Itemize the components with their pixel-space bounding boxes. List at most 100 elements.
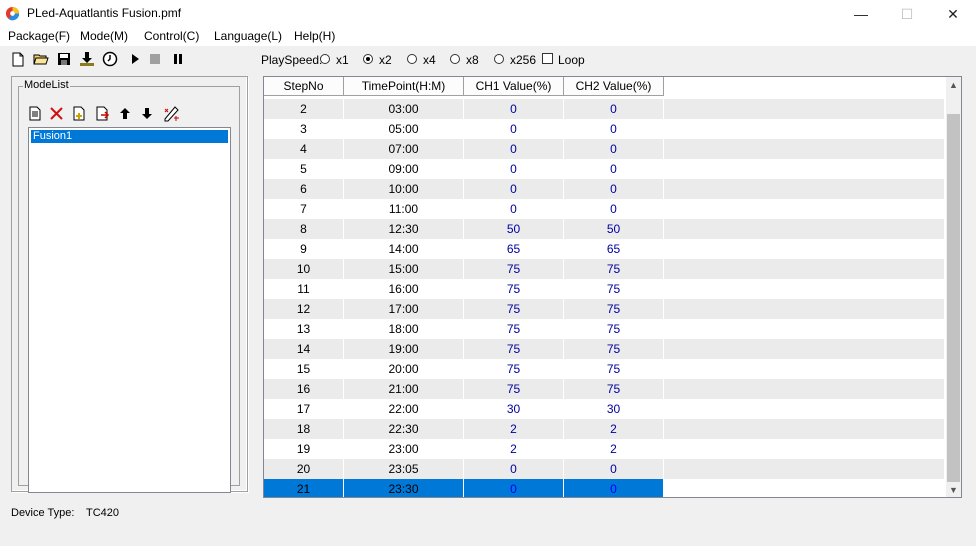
cell-ch2[interactable]: 0 (564, 119, 664, 139)
scroll-down-icon[interactable]: ▼ (946, 482, 961, 497)
cell-timepoint[interactable]: 11:00 (344, 199, 464, 219)
cell-timepoint[interactable]: 23:00 (344, 439, 464, 459)
cell-ch2[interactable]: 75 (564, 359, 664, 379)
cell-timepoint[interactable]: 05:00 (344, 119, 464, 139)
cell-ch2[interactable]: 0 (564, 159, 664, 179)
cell-stepno[interactable]: 15 (264, 359, 344, 379)
cell-stepno[interactable]: 12 (264, 299, 344, 319)
cell-ch2[interactable]: 75 (564, 259, 664, 279)
modelist-item-fusion1[interactable]: Fusion1 (31, 130, 228, 143)
speed-radio-x2[interactable] (363, 54, 373, 64)
add-mode-icon[interactable] (70, 104, 88, 122)
cell-ch2[interactable]: 0 (564, 199, 664, 219)
cell-ch1[interactable]: 75 (464, 299, 564, 319)
cell-stepno[interactable]: 3 (264, 119, 344, 139)
cell-timepoint[interactable]: 17:00 (344, 299, 464, 319)
cell-ch1[interactable]: 0 (464, 99, 564, 119)
scroll-up-icon[interactable]: ▲ (946, 77, 961, 92)
pause-icon[interactable] (169, 50, 187, 68)
minimize-button[interactable]: — (838, 0, 884, 28)
new-mode-icon[interactable] (26, 104, 44, 122)
cell-timepoint[interactable]: 09:00 (344, 159, 464, 179)
cell-ch2[interactable]: 30 (564, 399, 664, 419)
cell-timepoint[interactable]: 14:00 (344, 239, 464, 259)
cell-stepno[interactable]: 20 (264, 459, 344, 479)
speed-radio-x8[interactable] (450, 54, 460, 64)
cell-ch1[interactable]: 75 (464, 279, 564, 299)
cell-ch2[interactable]: 2 (564, 419, 664, 439)
cell-stepno[interactable]: 4 (264, 139, 344, 159)
maximize-button[interactable]: ☐ (884, 0, 930, 28)
menu-mode[interactable]: Mode(M) (80, 29, 128, 43)
table-row[interactable]: 14 19:00 75 75 (264, 339, 944, 359)
scrollbar-thumb[interactable] (947, 114, 960, 482)
cell-ch1[interactable]: 75 (464, 359, 564, 379)
delete-mode-icon[interactable] (47, 104, 65, 122)
open-folder-icon[interactable] (32, 50, 50, 68)
table-row[interactable]: 5 09:00 0 0 (264, 159, 944, 179)
cell-stepno[interactable]: 10 (264, 259, 344, 279)
cell-ch2[interactable]: 75 (564, 279, 664, 299)
table-row[interactable]: 19 23:00 2 2 (264, 439, 944, 459)
table-row[interactable]: 17 22:00 30 30 (264, 399, 944, 419)
cell-ch2[interactable]: 75 (564, 339, 664, 359)
cell-ch2[interactable]: 50 (564, 219, 664, 239)
cell-ch2[interactable]: 0 (564, 479, 664, 497)
export-mode-icon[interactable] (93, 104, 111, 122)
new-file-icon[interactable] (9, 50, 27, 68)
cell-stepno[interactable]: 7 (264, 199, 344, 219)
cell-ch2[interactable]: 2 (564, 439, 664, 459)
cell-timepoint[interactable]: 19:00 (344, 339, 464, 359)
vertical-scrollbar[interactable]: ▲ ▼ (946, 77, 961, 497)
table-row[interactable]: 7 11:00 0 0 (264, 199, 944, 219)
cell-stepno[interactable]: 14 (264, 339, 344, 359)
header-ch1[interactable]: CH1 Value(%) (464, 77, 564, 96)
cell-ch1[interactable]: 0 (464, 179, 564, 199)
modelist-box[interactable]: Fusion1 (28, 127, 231, 493)
menu-control[interactable]: Control(C) (144, 29, 199, 43)
cell-stepno[interactable]: 17 (264, 399, 344, 419)
cell-timepoint[interactable]: 20:00 (344, 359, 464, 379)
cell-timepoint[interactable]: 16:00 (344, 279, 464, 299)
cell-stepno[interactable]: 2 (264, 99, 344, 119)
cell-stepno[interactable]: 16 (264, 379, 344, 399)
table-row[interactable]: 11 16:00 75 75 (264, 279, 944, 299)
menu-package[interactable]: Package(F) (8, 29, 70, 43)
cell-timepoint[interactable]: 21:00 (344, 379, 464, 399)
cell-timepoint[interactable]: 12:30 (344, 219, 464, 239)
table-row[interactable]: 6 10:00 0 0 (264, 179, 944, 199)
cell-ch1[interactable]: 65 (464, 239, 564, 259)
cell-ch1[interactable]: 0 (464, 139, 564, 159)
cell-timepoint[interactable]: 03:00 (344, 99, 464, 119)
table-row[interactable]: 12 17:00 75 75 (264, 299, 944, 319)
cell-stepno[interactable]: 6 (264, 179, 344, 199)
header-timepoint[interactable]: TimePoint(H:M) (344, 77, 464, 96)
cell-ch2[interactable]: 75 (564, 379, 664, 399)
table-row[interactable]: 15 20:00 75 75 (264, 359, 944, 379)
cell-ch1[interactable]: 0 (464, 459, 564, 479)
speed-radio-x256[interactable] (494, 54, 504, 64)
table-row[interactable]: 4 07:00 0 0 (264, 139, 944, 159)
cell-ch2[interactable]: 0 (564, 179, 664, 199)
table-row[interactable]: 2 03:00 0 0 (264, 99, 944, 119)
close-button[interactable]: ✕ (930, 0, 976, 28)
table-row[interactable]: 8 12:30 50 50 (264, 219, 944, 239)
cell-timepoint[interactable]: 23:05 (344, 459, 464, 479)
header-stepno[interactable]: StepNo (264, 77, 344, 96)
cell-ch1[interactable]: 75 (464, 339, 564, 359)
cell-stepno[interactable]: 21 (264, 479, 344, 497)
cell-timepoint[interactable]: 18:00 (344, 319, 464, 339)
cell-ch1[interactable]: 75 (464, 259, 564, 279)
cell-ch1[interactable]: 30 (464, 399, 564, 419)
step-table[interactable]: StepNo TimePoint(H:M) CH1 Value(%) CH2 V… (263, 76, 962, 498)
cell-ch1[interactable]: 2 (464, 439, 564, 459)
cell-ch1[interactable]: 0 (464, 119, 564, 139)
cell-stepno[interactable]: 5 (264, 159, 344, 179)
download-icon[interactable] (78, 50, 96, 68)
cell-stepno[interactable]: 11 (264, 279, 344, 299)
cell-ch2[interactable]: 75 (564, 299, 664, 319)
table-row[interactable]: 13 18:00 75 75 (264, 319, 944, 339)
cell-ch2[interactable]: 0 (564, 99, 664, 119)
table-row[interactable]: 16 21:00 75 75 (264, 379, 944, 399)
speed-radio-x4[interactable] (407, 54, 417, 64)
